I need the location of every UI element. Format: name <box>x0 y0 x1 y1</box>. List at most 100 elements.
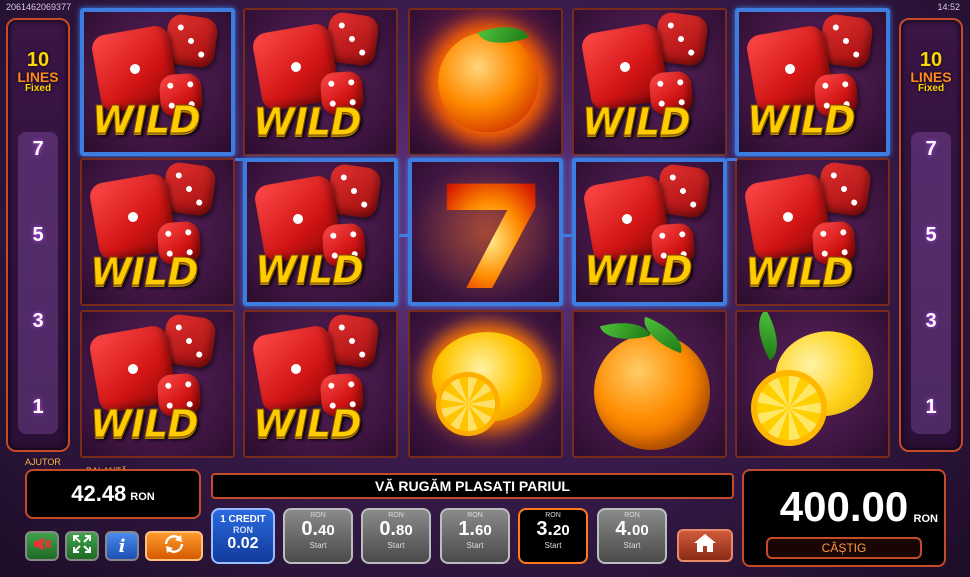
win-display: 400.00 RON CÂȘTIG <box>742 469 946 567</box>
line-marker: 7 <box>925 138 937 160</box>
bet-button[interactable]: RON 4.00 Start <box>597 508 667 564</box>
balance-value: 42.48 <box>71 481 127 506</box>
info-icon: i <box>118 535 126 557</box>
wild-label: WILD <box>584 248 694 293</box>
fire-seven-icon <box>412 162 559 302</box>
line-marker: 5 <box>925 224 937 246</box>
bet-start-label: Start <box>387 541 405 550</box>
win-line-connector <box>563 234 573 237</box>
bet-start-label: Start <box>309 541 327 550</box>
fullscreen-button[interactable] <box>65 531 99 561</box>
bet-button[interactable]: RON 0.40 Start <box>283 508 353 564</box>
bet-button[interactable]: RON 3.20 Start <box>518 508 588 564</box>
wild-icon: WILD <box>245 10 396 154</box>
bet-value-int: 1. <box>458 518 475 540</box>
bet-value: 4.00 <box>599 519 665 541</box>
reel-cell <box>735 310 890 458</box>
bet-value-dec: 20 <box>553 522 570 539</box>
line-marker: 1 <box>925 396 937 418</box>
bet-start-label: Start <box>466 541 484 550</box>
credit-value-button[interactable]: 1 CREDIT RON 0.02 <box>211 508 275 564</box>
info-button[interactable]: i <box>105 531 139 561</box>
speaker-muted-icon <box>32 535 52 558</box>
bet-value-int: 3. <box>536 518 553 540</box>
bet-start-label: Start <box>544 541 562 550</box>
lemon-icon <box>737 312 888 456</box>
win-currency: RON <box>913 513 938 525</box>
fire-orange-icon <box>410 10 561 154</box>
reel-cell <box>408 8 563 156</box>
wild-icon: WILD <box>82 312 233 456</box>
bet-currency: RON <box>310 512 326 519</box>
win-line-connector <box>727 158 737 161</box>
wild-icon: WILD <box>82 160 233 304</box>
reel-cell: WILD <box>80 310 235 458</box>
bet-value-dec: 40 <box>318 522 335 539</box>
wild-icon: WILD <box>245 312 396 456</box>
reel-cell: WILD <box>243 8 398 156</box>
bet-currency: RON <box>388 512 404 519</box>
reel-cell <box>408 310 563 458</box>
line-markers: 7 5 3 1 <box>8 20 68 450</box>
wild-label: WILD <box>90 402 200 447</box>
reel-cell <box>572 310 727 458</box>
reel-cell <box>408 158 563 306</box>
bet-currency: RON <box>545 512 561 519</box>
clock: 14:52 <box>937 2 960 12</box>
wild-label: WILD <box>90 250 200 295</box>
fullscreen-icon <box>72 534 92 559</box>
line-marker: 3 <box>925 310 937 332</box>
reels-grid: WILD WILD WILD WILD WILD WILD WILD WILD WILD WILD <box>80 8 891 460</box>
bet-value: 0.40 <box>285 519 351 541</box>
credit-currency: RON <box>233 525 253 535</box>
bet-value-int: 0. <box>379 518 396 540</box>
wild-label: WILD <box>745 250 855 295</box>
lines-panel-left: 10 LINES Fixed 7 5 3 1 <box>6 18 70 452</box>
home-button[interactable] <box>677 529 733 562</box>
balance-currency: RON <box>130 491 155 503</box>
bet-value-dec: 80 <box>396 522 413 539</box>
sound-toggle-button[interactable] <box>25 531 59 561</box>
round-id: 2061462069377 <box>6 2 72 12</box>
fire-lemon-icon <box>410 312 561 456</box>
reel-cell: WILD <box>572 158 727 306</box>
bet-value: 0.80 <box>363 519 429 541</box>
message-bar: VĂ RUGĂM PLASAȚI PARIUL <box>211 473 734 499</box>
wild-icon: WILD <box>576 162 723 302</box>
bet-button[interactable]: RON 1.60 Start <box>440 508 510 564</box>
reel-cell: WILD <box>572 8 727 156</box>
wild-label: WILD <box>582 100 692 145</box>
bet-value-int: 0. <box>301 518 318 540</box>
bet-start-label: Start <box>623 541 641 550</box>
line-marker: 7 <box>32 138 44 160</box>
wild-label: WILD <box>253 402 363 447</box>
wild-icon: WILD <box>84 12 231 152</box>
lines-panel-right: 10 LINES Fixed 7 5 3 1 <box>899 18 963 452</box>
reel-cell: WILD <box>735 158 890 306</box>
bet-value: 3.20 <box>520 519 586 541</box>
bet-value-dec: 00 <box>632 522 649 539</box>
reel-cell: WILD <box>80 8 235 156</box>
bet-value-int: 4. <box>615 518 632 540</box>
wild-icon: WILD <box>574 10 725 154</box>
bet-value-dec: 60 <box>475 522 492 539</box>
wild-icon: WILD <box>737 160 888 304</box>
reel-cell: WILD <box>243 158 398 306</box>
credit-value: 0.02 <box>227 535 259 552</box>
autoplay-button[interactable] <box>145 531 203 561</box>
reel-cell: WILD <box>243 310 398 458</box>
reel-cell: WILD <box>735 8 890 156</box>
help-label[interactable]: AJUTOR <box>25 457 61 467</box>
line-marker: 3 <box>32 310 44 332</box>
wild-label: WILD <box>92 98 202 143</box>
autoplay-icon <box>161 533 187 560</box>
wild-icon: WILD <box>739 12 886 152</box>
home-icon <box>692 532 718 559</box>
bet-button[interactable]: RON 0.80 Start <box>361 508 431 564</box>
bet-currency: RON <box>624 512 640 519</box>
line-markers: 7 5 3 1 <box>901 20 961 450</box>
wild-label: WILD <box>747 98 857 143</box>
bet-value: 1.60 <box>442 519 508 541</box>
balance-display: 42.48 RON <box>25 469 201 519</box>
bet-currency: RON <box>467 512 483 519</box>
